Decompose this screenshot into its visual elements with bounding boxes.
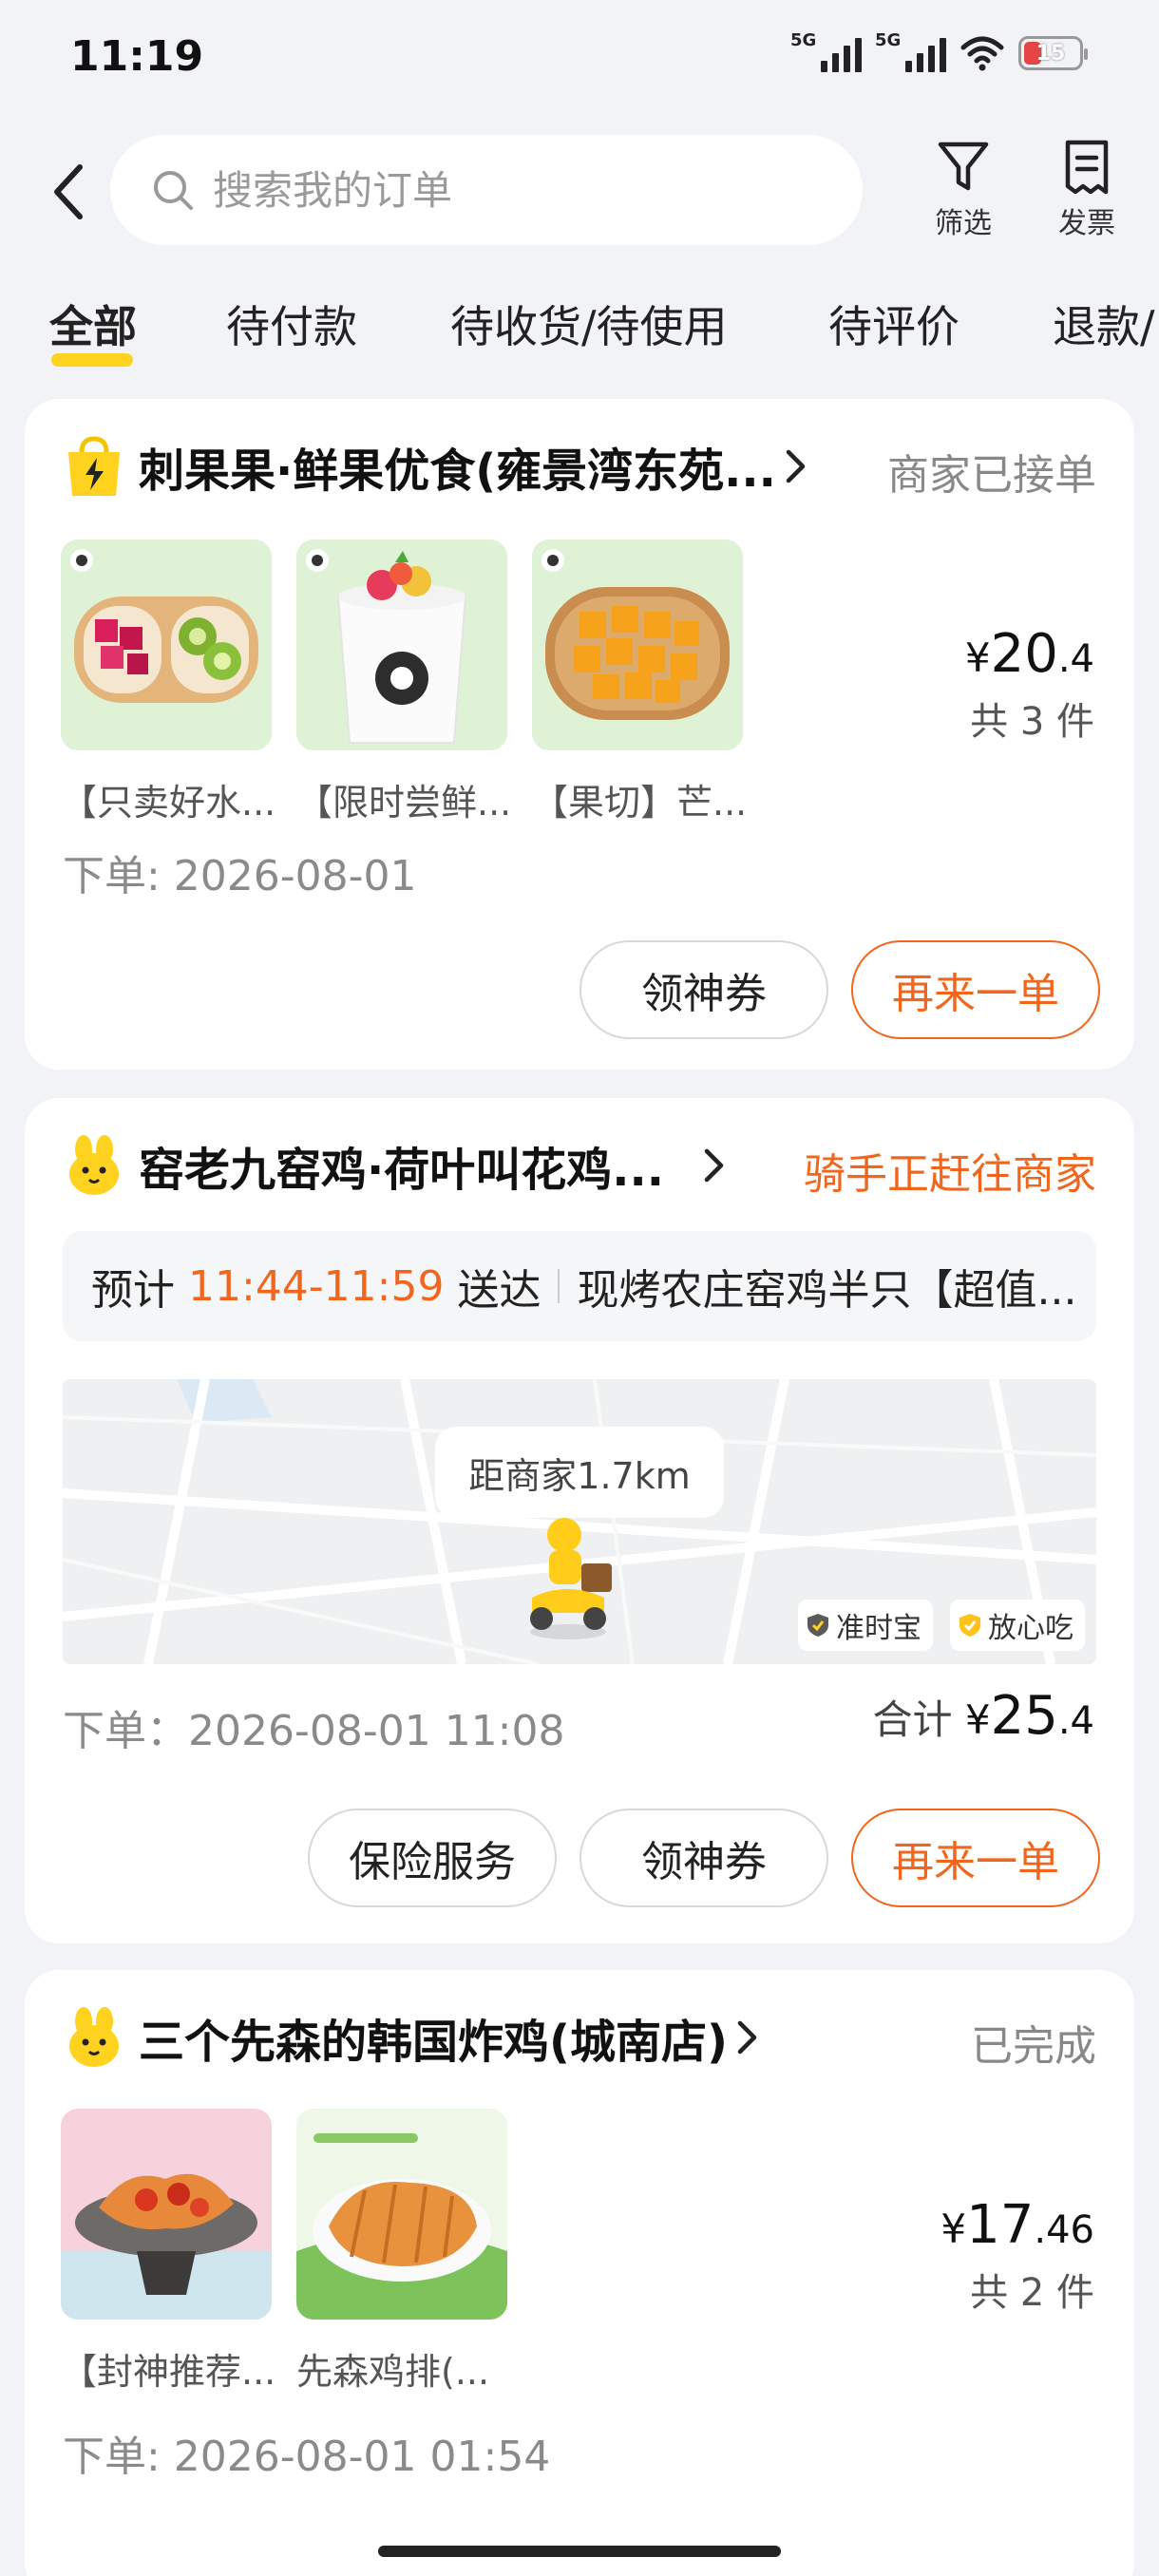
item-count: 共 3 件 — [970, 700, 1094, 744]
get-coupon-button[interactable]: 领神券 — [580, 1809, 828, 1907]
status-bar: 11:19 5G 5G 15 — [0, 0, 1159, 114]
invoice-icon — [1065, 140, 1109, 195]
product-image-mango-box — [532, 540, 743, 750]
filter-icon — [938, 142, 989, 191]
order-card[interactable]: 窑老九窑鸡·荷叶叫花鸡... 骑手正赶往商家 预计 11:44-11:59 送达… — [25, 1098, 1134, 1943]
order-card[interactable]: 三个先森的韩国炸鸡(城南店) 已完成 【封神推荐... 先森鸡排(... ¥17… — [25, 1970, 1134, 2576]
chevron-right-icon — [786, 449, 806, 483]
battery-icon: 15 — [1018, 36, 1088, 70]
shopping-bag-icon — [68, 436, 120, 496]
header: 筛选 发票 — [0, 133, 1159, 256]
delivery-eta-bar[interactable]: 预计 11:44-11:59 送达 现烤农庄窑鸡半只【超值... — [63, 1231, 1096, 1341]
eta-prefix: 预计 — [91, 1266, 175, 1315]
item-name: 先森鸡排(... — [296, 2351, 490, 2393]
shield-icon — [960, 1614, 980, 1637]
chevron-right-icon — [704, 1148, 724, 1183]
shop-name: 窑老九窑鸡·荷叶叫花鸡... — [139, 1144, 664, 1197]
product-image-yogurt-cup — [296, 540, 507, 750]
item-thumbnail[interactable]: 【果切】芒... — [532, 540, 743, 825]
product-image-chicken-cutlet — [296, 2109, 507, 2320]
item-count: 共 2 件 — [970, 2271, 1094, 2315]
invoice-button[interactable]: 发票 — [1039, 139, 1134, 241]
network-type-label: 5G — [875, 30, 902, 50]
get-coupon-button[interactable]: 领神券 — [580, 940, 828, 1039]
shop-mascot-icon — [69, 1135, 119, 1195]
item-name: 【只卖好水... — [61, 782, 272, 824]
order-status: 骑手正赶往商家 — [804, 1150, 1096, 1199]
price-block: ¥20.4 共 3 件 — [965, 623, 1094, 746]
eta-suffix: 送达 — [457, 1266, 542, 1315]
signal-icon: 5G — [790, 30, 862, 72]
filter-button[interactable]: 筛选 — [916, 139, 1011, 241]
reorder-button[interactable]: 再来一单 — [851, 940, 1100, 1039]
home-indicator[interactable] — [378, 2546, 781, 2557]
reorder-button[interactable]: 再来一单 — [851, 1809, 1100, 1907]
filter-label: 筛选 — [935, 207, 992, 240]
shop-row[interactable]: 窑老九窑鸡·荷叶叫花鸡... 骑手正赶往商家 — [65, 1132, 1096, 1199]
item-thumbnail[interactable]: 先森鸡排(... — [296, 2109, 507, 2395]
total-decimal: .4 — [1057, 1699, 1094, 1743]
item-name: 【封神推荐... — [61, 2351, 272, 2393]
shop-name: 刺果果·鲜果优食(雍景湾东苑... — [139, 445, 776, 498]
delivery-map[interactable]: 距商家1.7km 准时宝 放心吃 — [63, 1379, 1096, 1664]
signal-icon: 5G — [875, 30, 946, 72]
tab-all[interactable]: 全部 — [49, 293, 137, 355]
food-safety-badge[interactable]: 放心吃 — [950, 1600, 1085, 1651]
item-name: 【果切】芒... — [532, 782, 743, 824]
back-button[interactable] — [38, 154, 99, 230]
search-icon — [154, 171, 193, 210]
item-name: 【限时尝鲜... — [296, 782, 507, 824]
distance-bubble: 距商家1.7km — [435, 1427, 724, 1518]
badge-label: 放心吃 — [988, 1612, 1074, 1645]
badge-label: 准时宝 — [836, 1612, 922, 1645]
divider — [558, 1269, 560, 1303]
product-image-noodle-dish — [61, 2109, 272, 2320]
tab-pending-review[interactable]: 待评价 — [828, 293, 960, 355]
search-box[interactable] — [110, 135, 863, 245]
shield-icon — [808, 1614, 828, 1637]
product-image-fruit-box — [61, 540, 272, 750]
shop-row[interactable]: 刺果果·鲜果优食(雍景湾东苑... 商家已接单 — [65, 433, 1096, 500]
on-time-badge[interactable]: 准时宝 — [798, 1600, 933, 1651]
order-date: 下单: 2026-08-01 — [63, 852, 417, 900]
status-time: 11:19 — [70, 32, 204, 81]
tab-pending-receipt[interactable]: 待收货/待使用 — [450, 293, 728, 355]
network-type-label: 5G — [790, 30, 817, 50]
order-status: 商家已接单 — [887, 451, 1096, 500]
currency-symbol: ¥ — [964, 1696, 991, 1743]
order-price: ¥17.46 — [940, 2194, 1094, 2256]
item-thumbnails[interactable]: 【只卖好水... 【限时尝鲜... 【果切】芒... — [61, 540, 743, 825]
eta-time: 11:44-11:59 — [188, 1261, 445, 1311]
price-block: ¥17.46 共 2 件 — [940, 2194, 1094, 2317]
order-card[interactable]: 刺果果·鲜果优食(雍景湾东苑... 商家已接单 【只卖好水... 【限时尝鲜..… — [25, 399, 1134, 1070]
item-thumbnail[interactable]: 【封神推荐... — [61, 2109, 272, 2395]
battery-level: 15 — [1036, 41, 1066, 66]
total-amount: 25 — [990, 1685, 1058, 1747]
shop-name: 三个先森的韩国炸鸡(城南店) — [139, 2016, 728, 2069]
order-tabs: 全部 待付款 待收货/待使用 待评价 退款/ — [0, 285, 1159, 380]
tab-refund[interactable]: 退款/ — [1053, 293, 1155, 355]
order-date: 下单: 2026-08-01 01:54 — [63, 2433, 551, 2481]
eta-item-name: 现烤农庄窑鸡半只【超值... — [577, 1266, 1077, 1315]
wifi-icon — [960, 36, 1004, 71]
item-thumbnails[interactable]: 【封神推荐... 先森鸡排(... — [61, 2109, 507, 2395]
item-thumbnail[interactable]: 【只卖好水... — [61, 540, 272, 825]
order-price: ¥20.4 — [964, 623, 1094, 685]
invoice-label: 发票 — [1058, 207, 1115, 240]
tab-active-indicator — [51, 353, 133, 367]
order-total: 合计 ¥25.4 — [872, 1685, 1094, 1747]
chevron-right-icon — [737, 2020, 757, 2055]
map-roads — [63, 1379, 1096, 1664]
item-thumbnail[interactable]: 【限时尝鲜... — [296, 540, 507, 825]
tab-pending-payment[interactable]: 待付款 — [226, 293, 357, 355]
chevron-left-icon — [54, 164, 83, 219]
status-icons: 5G 5G 15 — [790, 30, 1088, 72]
order-date: 下单：2026-08-01 11:08 — [63, 1707, 565, 1755]
search-input[interactable] — [213, 166, 821, 214]
insurance-service-button[interactable]: 保险服务 — [308, 1809, 557, 1907]
order-status: 已完成 — [971, 2022, 1096, 2071]
total-label: 合计 — [872, 1696, 953, 1743]
shop-mascot-icon — [69, 2007, 119, 2067]
shop-row[interactable]: 三个先森的韩国炸鸡(城南店) 已完成 — [65, 2004, 1096, 2071]
